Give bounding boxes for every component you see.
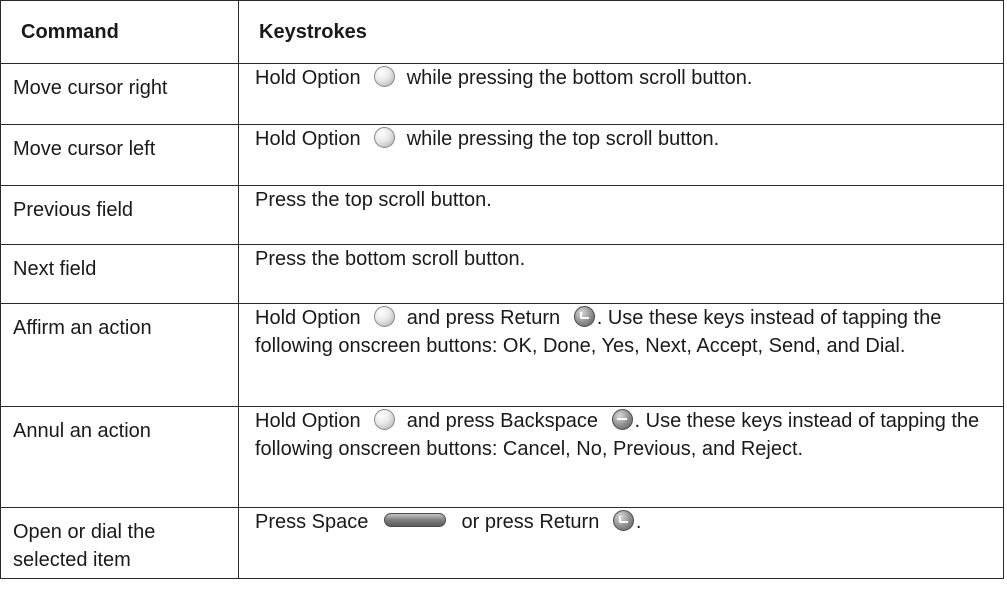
keystrokes-cell: Press the top scroll button. [238, 185, 1004, 245]
keystrokes-table: Command Keystrokes Move cursor right Hol… [0, 0, 1004, 579]
table-row: Move cursor right Hold Option while pres… [0, 63, 1004, 125]
table-row: Next field Press the bottom scroll butto… [0, 244, 1004, 304]
option-key-icon [374, 127, 396, 148]
option-key-icon [374, 306, 396, 327]
command-cell: Affirm an action [0, 303, 239, 407]
keystroke-text: Press the top scroll button. [255, 189, 492, 211]
header-keystrokes: Keystrokes [238, 0, 1004, 64]
keystroke-text: . [635, 511, 642, 533]
header-command: Command [0, 0, 239, 64]
keystrokes-cell: Press Space or press Return . [238, 507, 1004, 579]
keystroke-text: Hold Option [255, 307, 367, 329]
option-key-icon [374, 409, 396, 430]
return-key-icon [612, 510, 634, 531]
keystroke-text: and press Backspace [401, 410, 604, 432]
command-cell: Next field [0, 244, 239, 304]
keystroke-text: Hold Option [255, 67, 367, 89]
keystroke-text: and press Return [401, 307, 566, 329]
keystroke-text: Press the bottom scroll button. [255, 248, 526, 270]
table-row: Previous field Press the top scroll butt… [0, 185, 1004, 245]
table-row: Move cursor left Hold Option while press… [0, 124, 1004, 186]
keystroke-text: Hold Option [255, 128, 367, 150]
keystroke-text: while pressing the top scroll button. [401, 128, 720, 150]
table-header-row: Command Keystrokes [0, 0, 1004, 64]
keystrokes-cell: Hold Option while pressing the top scrol… [238, 124, 1004, 186]
keystrokes-cell: Hold Option and press Backspace . Use th… [238, 406, 1004, 508]
table-row: Open or dial the selected item Press Spa… [0, 507, 1004, 579]
command-cell: Open or dial the selected item [0, 507, 239, 579]
command-cell: Move cursor right [0, 63, 239, 125]
keystroke-text: while pressing the bottom scroll button. [401, 67, 753, 89]
command-cell: Move cursor left [0, 124, 239, 186]
backspace-key-icon [611, 409, 633, 430]
return-key-icon [573, 306, 595, 327]
keystrokes-cell: Press the bottom scroll button. [238, 244, 1004, 304]
table-row: Annul an action Hold Option and press Ba… [0, 406, 1004, 508]
command-cell: Annul an action [0, 406, 239, 508]
command-cell: Previous field [0, 185, 239, 245]
table-row: Affirm an action Hold Option and press R… [0, 303, 1004, 407]
keystrokes-cell: Hold Option while pressing the bottom sc… [238, 63, 1004, 125]
keystroke-text: Press Space [255, 511, 374, 533]
keystroke-text: or press Return [455, 511, 605, 533]
keystroke-text: Hold Option [255, 410, 367, 432]
option-key-icon [374, 66, 396, 87]
space-key-icon [383, 513, 446, 527]
keystrokes-cell: Hold Option and press Return . Use these… [238, 303, 1004, 407]
